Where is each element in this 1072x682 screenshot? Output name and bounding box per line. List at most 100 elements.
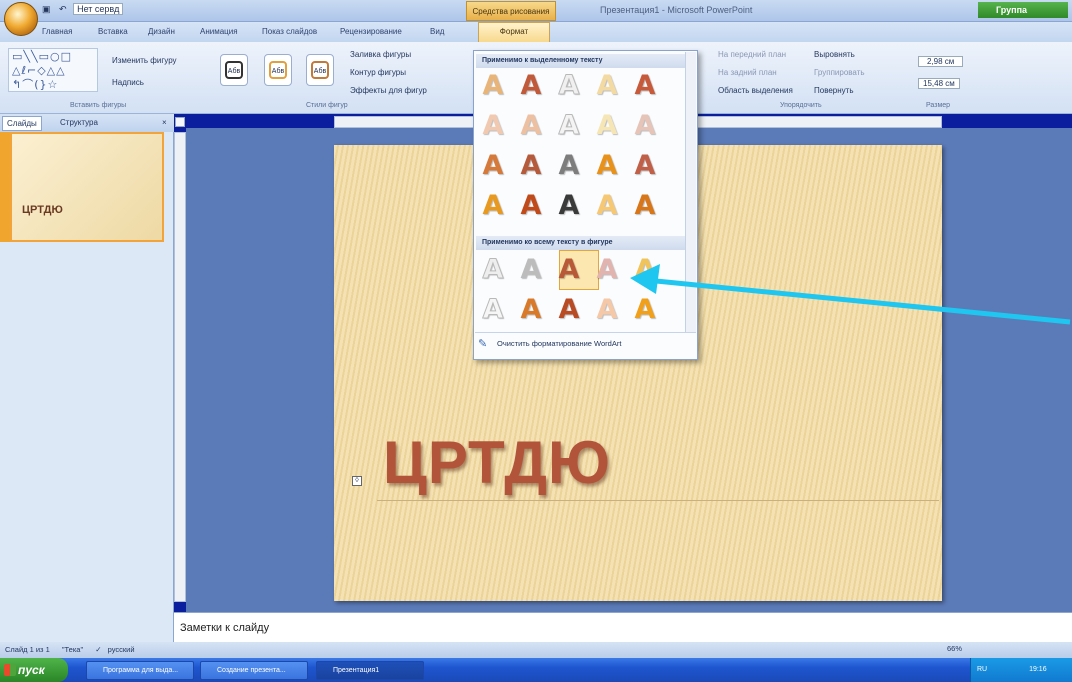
tab-outline[interactable]: Структура <box>56 116 102 131</box>
slide-title-text[interactable]: ЦРТДЮ <box>383 428 611 497</box>
wordart-style-item[interactable]: A <box>517 190 545 221</box>
wordart-style-item[interactable]: A <box>555 190 583 221</box>
wordart-style-item[interactable]: A <box>631 150 659 181</box>
annotation-arrow <box>630 264 1071 325</box>
wordart-style-item[interactable]: A <box>631 110 659 141</box>
shape-effects-button[interactable]: Эффекты для фигур <box>350 86 427 95</box>
arrange-label: Упорядочить <box>780 102 822 109</box>
wordart-style-item[interactable]: A <box>517 254 545 285</box>
slides-panel: Слайды Структура × <box>0 114 174 642</box>
wordart-style-item[interactable]: A <box>593 294 621 325</box>
wordart-style-item[interactable]: A <box>517 294 545 325</box>
tab-insert[interactable]: Вставка <box>98 27 128 36</box>
wordart-style-item[interactable]: A <box>555 150 583 181</box>
wordart-style-item[interactable]: A <box>631 70 659 101</box>
language[interactable]: русский <box>108 645 135 654</box>
wordart-style-item[interactable]: A <box>555 110 583 142</box>
bring-front-button[interactable]: На передний план <box>718 50 786 59</box>
wordart-style-item[interactable]: A <box>517 110 545 141</box>
wordart-style-item[interactable]: A <box>593 150 621 181</box>
office-button[interactable] <box>4 2 38 36</box>
close-panel-icon[interactable]: × <box>158 116 171 131</box>
clear-wordart-button[interactable]: Очистить форматирование WordArt <box>475 332 696 356</box>
window-title: Презентация1 - Microsoft PowerPoint <box>600 5 753 15</box>
ruler-toggle[interactable] <box>175 117 185 127</box>
shape-style-3[interactable]: Абв <box>306 54 334 86</box>
gallery-section-all: Применимо ко всему тексту в фигуре <box>476 236 686 250</box>
panel-tabs: Слайды Структура × <box>0 114 174 132</box>
tab-view[interactable]: Вид <box>430 27 444 36</box>
selection-pane-button[interactable]: Область выделения <box>718 86 793 95</box>
wordart-style-item[interactable]: A <box>479 70 507 101</box>
tab-format[interactable]: Формат <box>478 22 550 42</box>
drawing-tools-context: Средства рисования <box>466 1 556 21</box>
rotate-button[interactable]: Повернуть <box>814 86 854 95</box>
undo-label: Нет сервд <box>73 3 124 15</box>
group-button[interactable]: Группа <box>978 2 1068 18</box>
shape-style-2[interactable]: Абв <box>264 54 292 86</box>
taskbar-item[interactable]: Программа для выда... <box>86 661 194 680</box>
wordart-style-item[interactable]: A <box>555 70 583 102</box>
style-thumb-label: Абв <box>311 61 329 79</box>
change-shape-button[interactable]: Изменить фигуру <box>112 56 177 65</box>
insert-shapes-label: Вставить фигуры <box>70 102 127 109</box>
clear-formatting-icon: ✎ <box>478 338 488 350</box>
align-button[interactable]: Выровнять <box>814 50 855 59</box>
status-bar: Слайд 1 из 1 "Тека" ✓ русский <box>0 642 1072 658</box>
taskbar-item[interactable]: Создание презента... <box>200 661 308 680</box>
wordart-style-item[interactable]: A <box>631 190 659 221</box>
tab-slideshow[interactable]: Показ слайдов <box>262 27 317 36</box>
wordart-style-item[interactable]: A <box>593 110 621 141</box>
wordart-style-item[interactable]: A <box>593 70 621 101</box>
caption-button[interactable]: Надпись <box>112 78 144 87</box>
width-field[interactable]: 15,48 см <box>918 78 960 89</box>
undo-icon[interactable]: ↶ <box>59 4 67 14</box>
wordart-style-item[interactable]: A <box>479 294 507 326</box>
wordart-style-item[interactable]: A <box>479 150 507 181</box>
slide-info: Слайд 1 из 1 <box>5 645 50 654</box>
wordart-style-item[interactable]: A <box>555 294 583 325</box>
style-thumb-label: Абв <box>225 61 243 79</box>
ribbon-tabs: Главная Вставка Дизайн Анимация Показ сл… <box>0 22 1072 42</box>
wordart-style-item[interactable]: A <box>555 254 583 285</box>
wordart-style-item[interactable]: A <box>479 254 507 286</box>
height-field[interactable]: 2,98 см <box>918 56 964 67</box>
send-back-button[interactable]: На задний план <box>718 68 777 77</box>
wordart-style-item[interactable]: A <box>593 190 621 221</box>
arrow-shaft <box>645 277 1071 325</box>
shape-outline-button[interactable]: Контур фигуры <box>350 68 406 77</box>
taskbar-item-active[interactable]: Презентация1 <box>316 661 424 680</box>
theme-name: "Тека" <box>61 645 84 654</box>
wordart-style-item[interactable]: A <box>517 70 545 101</box>
group-shapes-button[interactable]: Группировать <box>814 68 865 77</box>
tab-animation[interactable]: Анимация <box>200 27 238 36</box>
quick-access-toolbar[interactable]: ▣ ↶ Нет сервд <box>42 3 124 18</box>
zoom-level[interactable]: 66% <box>947 644 962 653</box>
vertical-ruler[interactable] <box>174 132 186 602</box>
tab-slides[interactable]: Слайды <box>2 116 42 131</box>
language-indicator[interactable]: RU <box>977 666 987 673</box>
save-icon[interactable]: ▣ <box>42 4 51 14</box>
notes-pane[interactable]: Заметки к слайду <box>174 612 1072 642</box>
size-label: Размер <box>926 102 951 109</box>
spellcheck-icon[interactable]: ✓ <box>95 645 101 654</box>
slide-thumbnail-text: ЦРТДЮ <box>22 204 63 216</box>
windows-flag-icon <box>4 664 16 676</box>
slide-number-marker <box>0 132 10 242</box>
tab-home[interactable]: Главная <box>42 27 72 36</box>
shape-fill-button[interactable]: Заливка фигуры <box>350 50 411 59</box>
title-placeholder-line <box>377 500 939 501</box>
slide-thumbnail[interactable] <box>10 132 164 242</box>
tab-review[interactable]: Рецензирование <box>340 27 402 36</box>
shape-styles-label: Стили фигур <box>306 102 348 109</box>
shapes-gallery[interactable]: ▭╲╲▭○□ △ℓ⌐◇△△ ↰⌒(}☆ <box>8 48 98 92</box>
wordart-style-item[interactable]: A <box>593 254 621 285</box>
tab-design[interactable]: Дизайн <box>148 27 175 36</box>
style-thumb-label: Абв <box>269 61 287 79</box>
rotation-handle[interactable]: ◊ <box>352 476 362 486</box>
clock: 19:16 <box>1029 666 1047 673</box>
shape-style-1[interactable]: Абв <box>220 54 248 86</box>
wordart-style-item[interactable]: A <box>479 110 507 141</box>
wordart-style-item[interactable]: A <box>479 190 507 221</box>
wordart-style-item[interactable]: A <box>517 150 545 181</box>
